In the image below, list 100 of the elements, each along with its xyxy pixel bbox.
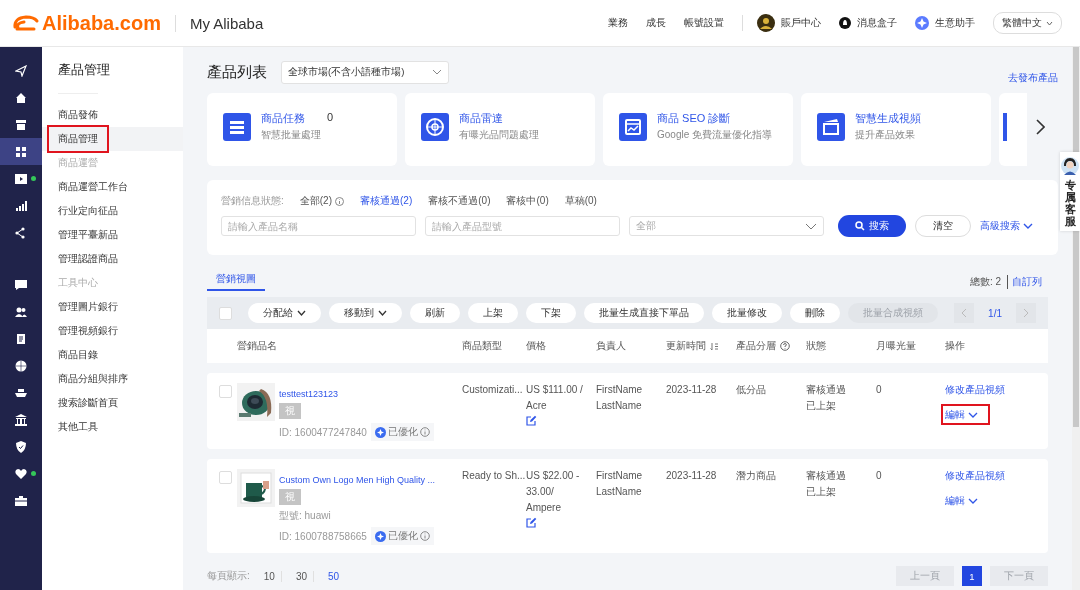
edit-dropdown-link[interactable]: 編輯 (941, 490, 990, 511)
list-icon (223, 112, 251, 141)
product-name-field[interactable]: 請輸入產品名稱 (221, 216, 416, 236)
price-text: 33.00/ (526, 485, 554, 498)
feature-card[interactable]: 商品任務 0 智慧批量處理 (207, 93, 397, 166)
card-title: 商品 SEO 診斷 (657, 111, 731, 126)
edit-video-link[interactable]: 修改產品視頻 (945, 383, 1005, 396)
product-name-link[interactable]: Custom Own Logo Men High Quality ... (279, 475, 436, 485)
support-tab[interactable]: 专属客服 (1060, 152, 1080, 232)
page-number[interactable]: 1 (962, 566, 982, 586)
feature-card[interactable]: 商品 SEO 診斷 Google 免費流量優化指導 (603, 93, 793, 166)
sidebar-item[interactable]: 商品運營工作台 (42, 175, 183, 199)
edit-icon[interactable] (526, 415, 537, 426)
assistant-icon[interactable] (915, 16, 929, 30)
edit-dropdown-link[interactable]: 編輯 (941, 404, 990, 425)
bank-icon (15, 413, 27, 426)
publish-link[interactable]: 去發布產品 (1008, 71, 1058, 85)
price-text: Acre (526, 399, 547, 412)
toolbar-button[interactable]: 批量生成直接下單品 (584, 303, 704, 323)
market-select[interactable]: 全球市場(不含小語種市場) (281, 60, 450, 84)
status-tab[interactable]: 審核通過(2) (360, 194, 413, 208)
column-header[interactable]: 更新時間 (666, 339, 736, 353)
row-checkbox[interactable] (219, 471, 232, 484)
sidebar-item[interactable]: 行业定向征品 (42, 199, 183, 223)
status-dot (31, 471, 36, 476)
users-icon (15, 305, 27, 318)
exposure-count: 0 (876, 383, 882, 396)
customize-columns-link[interactable]: 自訂列 (1007, 275, 1042, 289)
messages-link[interactable]: 消息盒子 (857, 16, 897, 30)
column-header: 負責人 (596, 339, 627, 353)
update-date: 2023-11-28 (666, 383, 717, 396)
toolbar-button[interactable]: 下架 (526, 303, 576, 323)
edit-icon[interactable] (526, 517, 537, 528)
product-model-field[interactable]: 請輸入產品型號 (425, 216, 620, 236)
owner-name: FirstName (596, 383, 643, 396)
select-all-checkbox[interactable] (219, 306, 232, 320)
sidebar-item[interactable]: 商品分組與排序 (42, 367, 183, 391)
toolbar-button[interactable]: 批量修改 (712, 303, 782, 323)
status-tab[interactable]: 審核不通過(0) (428, 194, 491, 208)
sidebar-item[interactable]: 其他工具 (42, 415, 183, 439)
feature-card[interactable]: 智慧生成視頻 提升產品效果 (801, 93, 991, 166)
chevron-down-icon (432, 69, 443, 75)
view-tab[interactable]: 營銷視圖 (207, 272, 265, 291)
chart-window-icon (619, 112, 647, 141)
product-id: ID: 1600477247840 (279, 426, 367, 438)
search-button[interactable]: 搜索 (838, 215, 906, 237)
feature-card[interactable]: 商品雷達 有曝光品問題處理 (405, 93, 595, 166)
column-header: 營銷品名 (237, 339, 278, 353)
clear-button[interactable]: 清空 (915, 215, 971, 237)
chevron-right-icon (1023, 308, 1029, 318)
sidebar-item[interactable]: 管理圖片銀行 (42, 295, 183, 319)
status-tab[interactable]: 審核中(0) (506, 194, 549, 208)
status-tab[interactable]: 草稿(0) (564, 194, 597, 208)
chevron-down-icon (1046, 20, 1053, 26)
sidebar-item[interactable]: 商品目錄 (42, 343, 183, 367)
owner-name: FirstName (596, 469, 643, 482)
toolbar-button[interactable]: 上架 (468, 303, 518, 323)
language-select[interactable]: 繁體中文 (993, 12, 1062, 34)
sidebar-item[interactable]: 商品管理 (42, 127, 183, 151)
briefcase-icon (15, 494, 27, 507)
owner-name: LastName (596, 485, 642, 498)
sidebar-item[interactable]: 管理認證商品 (42, 247, 183, 271)
rail-item[interactable] (0, 138, 42, 165)
owner-name: LastName (596, 399, 642, 412)
bell-icon[interactable] (839, 17, 851, 29)
toolbar-button[interactable]: 移動到 (329, 303, 402, 323)
nav-link[interactable]: 成長 (646, 16, 666, 30)
page-size-option[interactable]: 30 (289, 570, 315, 582)
sidebar-item[interactable]: 管理視頻銀行 (42, 319, 183, 343)
logo-icon (12, 14, 40, 32)
task-count: 0 (327, 111, 334, 125)
site-subtitle: My Alibaba (174, 14, 264, 32)
sidebar-item[interactable]: 商品發佈 (42, 103, 183, 127)
product-name-link[interactable]: testtest123123 (279, 389, 339, 399)
store-icon (15, 118, 27, 131)
assistant-link[interactable]: 生意助手 (935, 16, 975, 30)
column-header: 產品分層 (736, 339, 806, 353)
account-link[interactable]: 賬戶中心 (781, 16, 821, 30)
edit-video-link[interactable]: 修改產品視頻 (945, 469, 1005, 482)
product-type-text: Ready to Sh... (462, 469, 526, 482)
tier-text: 潛力商品 (736, 469, 776, 482)
sidebar-heading: 商品運營 (57, 156, 99, 170)
heart-icon (15, 467, 27, 480)
nav-link[interactable]: 帳號設置 (684, 16, 724, 30)
sidebar-item[interactable]: 管理平臺新品 (42, 223, 183, 247)
sidebar-item[interactable]: 搜索診斷首頁 (42, 391, 183, 415)
toolbar-button[interactable]: 刷新 (410, 303, 460, 323)
toolbar-button[interactable]: 刪除 (790, 303, 840, 323)
advanced-search-link[interactable]: 高級搜索 (980, 219, 1033, 233)
page-size-option[interactable]: 10 (257, 570, 282, 582)
row-checkbox[interactable] (219, 385, 232, 398)
price-text: Ampere (526, 501, 561, 514)
nav-link[interactable]: 業務 (608, 16, 628, 30)
price-text: US $22.00 - (526, 469, 580, 482)
chevron-down-icon (378, 310, 387, 316)
card-title: 商品任務 (261, 111, 305, 126)
status-tab[interactable]: 全部(2) (299, 194, 344, 208)
page-size-option[interactable]: 50 (322, 570, 346, 582)
toolbar-button[interactable]: 分配給 (248, 303, 321, 323)
avatar-icon[interactable] (757, 14, 775, 32)
